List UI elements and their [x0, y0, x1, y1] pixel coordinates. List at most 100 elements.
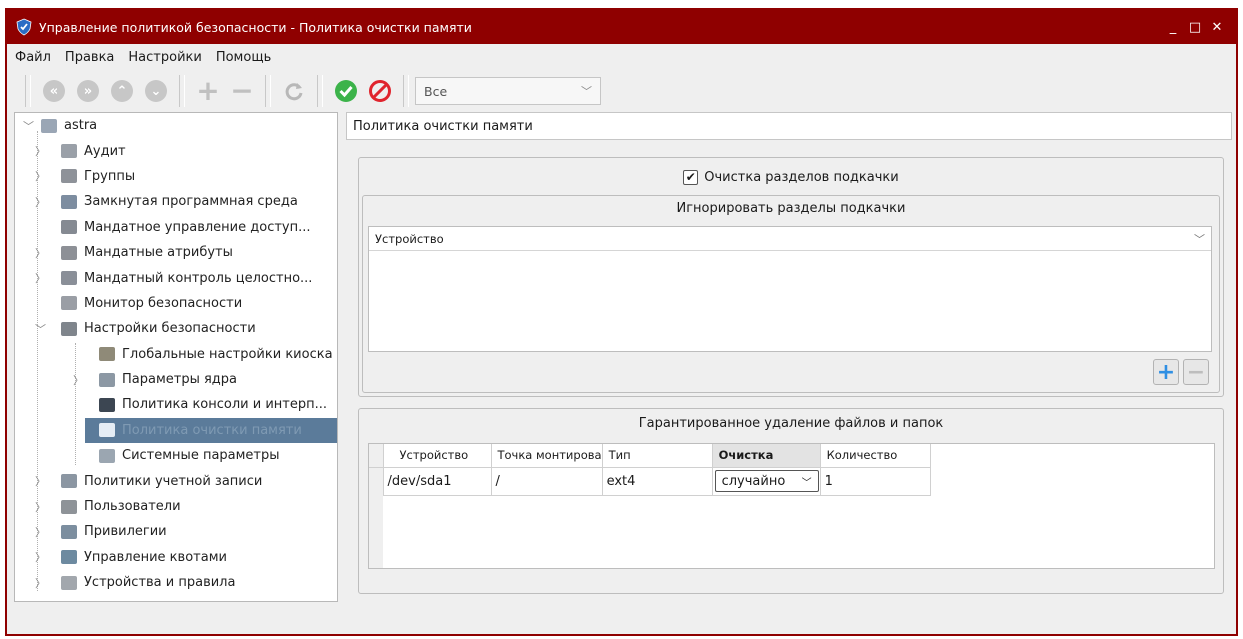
status-bar [7, 612, 1236, 634]
ignore-swap-title: Игнорировать разделы подкачки [676, 201, 906, 216]
chevron-right-icon[interactable]: 〉 [35, 245, 47, 261]
filter-select[interactable]: Все ﹀ [415, 77, 601, 105]
monitor-icon [61, 296, 77, 311]
tree-item[interactable]: 〉 Политики учетной записи [15, 468, 337, 493]
cancel-button[interactable] [366, 77, 394, 105]
toolbar-separator [179, 75, 185, 107]
column-header-clean[interactable]: Очистка [712, 444, 821, 468]
computer-icon [41, 118, 57, 133]
tree-item[interactable]: Монитор безопасности [15, 291, 337, 316]
tree-item[interactable]: 〉 Управление квотами [15, 545, 337, 570]
tree-item[interactable]: ﹀ Настройки безопасности [15, 316, 337, 341]
chevron-right-icon[interactable]: 〉 [35, 575, 47, 591]
tree-item[interactable]: 〉 Мандатные атрибуты [15, 240, 337, 265]
chevron-right-icon[interactable]: 〉 [35, 473, 47, 489]
tree-item[interactable]: 〉 Параметры ядра [15, 367, 337, 392]
column-header-mount[interactable]: Точка монтирова [491, 444, 603, 468]
tree-item-label: Пользователи [84, 499, 181, 515]
clean-mode-select[interactable]: случайно ﹀ [714, 470, 819, 492]
tree-item-label: Управление квотами [84, 549, 227, 565]
chevron-down-icon[interactable]: ﹀ [1194, 231, 1205, 247]
column-header-device[interactable]: Устройство [383, 444, 492, 468]
menu-edit[interactable]: Правка [65, 50, 114, 65]
column-header-count[interactable]: Количество [820, 444, 931, 468]
checkbox-checked-icon[interactable]: ✔ [683, 169, 699, 185]
chevron-right-icon[interactable]: 〉 [35, 549, 47, 565]
chevron-down-icon[interactable]: ﹀ [23, 118, 35, 134]
add-icon: + [196, 74, 220, 107]
remove-button[interactable]: − [228, 77, 256, 105]
menu-settings[interactable]: Настройки [128, 50, 201, 65]
close-button[interactable]: ✕ [1206, 20, 1228, 35]
tree-item[interactable]: 〉 Замкнутая программная среда [15, 189, 337, 214]
add-device-button[interactable]: + [1153, 359, 1179, 385]
last-button[interactable]: » [74, 77, 102, 105]
cell-device[interactable]: /dev/sda1 [383, 467, 492, 496]
tree-item[interactable]: Политика очистки памяти [85, 417, 337, 444]
secure-delete-table[interactable]: Устройство Точка монтирова Тип Очистка К… [369, 444, 931, 496]
mandatory-access-icon [61, 220, 77, 235]
kiosk-icon [99, 347, 115, 362]
last-icon: » [77, 80, 99, 102]
console-icon [99, 397, 115, 412]
tree-item-label: Глобальные настройки киоска [122, 346, 333, 362]
tree-item[interactable]: Системные параметры [15, 443, 337, 468]
chevron-right-icon[interactable]: 〉 [35, 270, 47, 286]
tree-item[interactable]: Политика консоли и интерп... [15, 392, 337, 417]
tree-item[interactable]: 〉 Аудит [15, 138, 337, 163]
list-header[interactable]: Устройство ﹀ [369, 227, 1211, 251]
chevron-right-icon[interactable]: 〉 [35, 168, 47, 184]
chevron-down-icon[interactable]: ﹀ [35, 321, 47, 337]
tree-item-label: Мандатный контроль целостно... [84, 270, 313, 286]
add-button[interactable]: + [194, 77, 222, 105]
refresh-icon [285, 83, 303, 101]
chevron-right-icon[interactable]: 〉 [35, 524, 47, 540]
table-row[interactable]: 1 /dev/sda1 / ext4 случайно ﹀ 1 [369, 467, 931, 496]
menu-help[interactable]: Помощь [216, 50, 271, 65]
cell-count[interactable]: 1 [820, 467, 931, 496]
tree-item-label: Аудит [84, 143, 126, 159]
toolbar-separator [403, 75, 409, 107]
tree-item-label: Настройки безопасности [84, 321, 256, 337]
tree-item[interactable]: Мандатное управление доступ... [15, 215, 337, 240]
chevron-right-icon[interactable]: 〉 [73, 372, 85, 388]
tree-item[interactable]: 〉 Привилегии [15, 519, 337, 544]
device-column-header[interactable]: Устройство [375, 232, 444, 246]
tree-item[interactable]: Глобальные настройки киоска [15, 342, 337, 367]
groups-icon [61, 169, 77, 184]
chevron-right-icon[interactable]: 〉 [35, 143, 47, 159]
minimize-button[interactable]: _ [1162, 20, 1184, 35]
tree-root-label: astra [64, 118, 98, 134]
secure-delete-table-container[interactable]: Устройство Точка монтирова Тип Очистка К… [368, 443, 1215, 569]
chevron-right-icon[interactable]: 〉 [35, 499, 47, 515]
menu-bar: Файл Правка Настройки Помощь [7, 44, 1236, 70]
remove-icon: − [230, 74, 254, 107]
down-button[interactable]: ⌄ [142, 77, 170, 105]
chevron-down-icon: ﹀ [801, 477, 812, 489]
tree-item-label: Привилегии [84, 524, 167, 540]
swap-clean-checkbox[interactable]: ✔ Очистка разделов подкачки [359, 164, 1223, 190]
tree-item[interactable]: 〉 Пользователи [15, 494, 337, 519]
tree-item[interactable]: 〉 Мандатный контроль целостно... [15, 265, 337, 290]
tree-item[interactable]: 〉 Устройства и правила [15, 570, 337, 595]
chevron-right-icon[interactable]: 〉 [35, 194, 47, 210]
maximize-button[interactable]: □ [1184, 20, 1206, 35]
apply-button[interactable] [332, 77, 360, 105]
cell-clean[interactable]: случайно ﹀ [712, 467, 821, 496]
column-header-type[interactable]: Тип [602, 444, 713, 468]
cell-mount[interactable]: / [491, 467, 603, 496]
tree-root[interactable]: ﹀ astra [15, 113, 337, 138]
ignore-swap-list[interactable]: Устройство ﹀ [368, 226, 1212, 352]
first-button[interactable]: « [40, 77, 68, 105]
menu-file[interactable]: Файл [15, 50, 51, 65]
tree-item[interactable]: 〉 Группы [15, 164, 337, 189]
remove-device-button[interactable]: − [1183, 359, 1209, 385]
navigation-tree[interactable]: ﹀ astra 〉 Аудит 〉 Группы 〉 Замкнутая программ… [14, 112, 338, 602]
swap-group: ✔ Очистка разделов подкачки Игнорировать… [358, 157, 1224, 397]
cancel-icon [369, 80, 391, 102]
users-icon [61, 499, 77, 514]
tree-item-label: Параметры ядра [122, 372, 238, 388]
up-button[interactable]: ⌃ [108, 77, 136, 105]
cell-type[interactable]: ext4 [602, 467, 713, 496]
refresh-button[interactable] [280, 77, 308, 105]
